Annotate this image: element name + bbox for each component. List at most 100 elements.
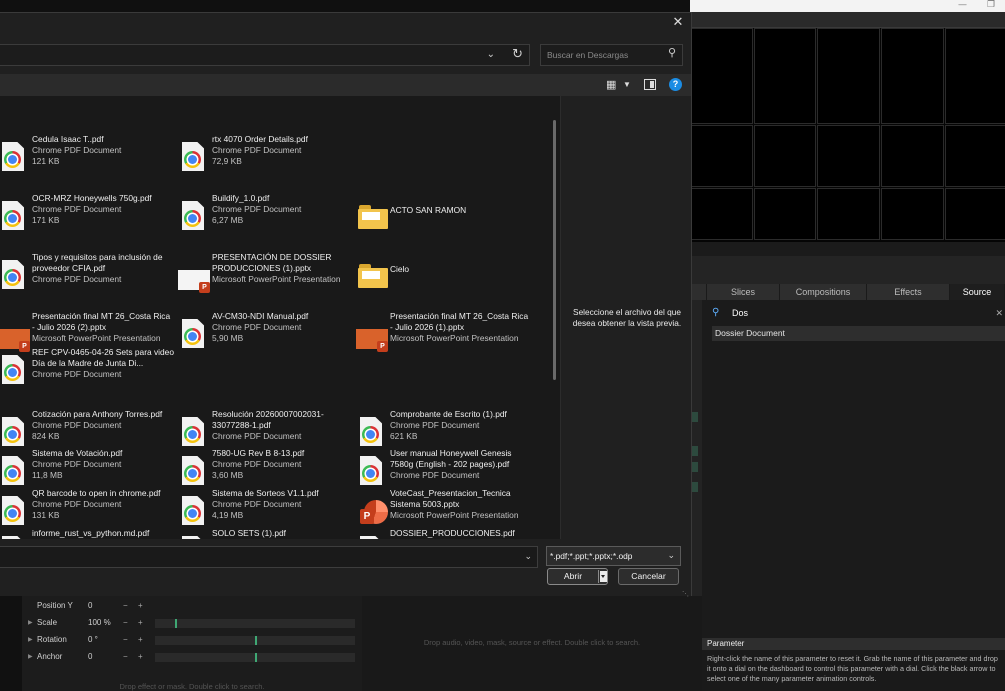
clip-slot[interactable] — [754, 28, 816, 124]
slide-thumbnail-icon: P — [356, 329, 388, 352]
cancel-button[interactable]: Cancelar — [618, 568, 679, 585]
increment-icon[interactable]: + — [138, 633, 143, 647]
decrement-icon[interactable]: − — [123, 599, 128, 613]
chevron-down-icon[interactable]: ⌄ — [667, 550, 675, 561]
source-search-result[interactable]: Dossier Document — [712, 326, 1005, 341]
clip-slot[interactable] — [690, 125, 753, 187]
file-item[interactable]: P Presentación final MT 26_Costa Rica - J… — [356, 311, 533, 359]
clip-slot[interactable] — [690, 28, 753, 124]
property-value[interactable]: 0 — [88, 650, 120, 664]
slider-handle[interactable] — [175, 619, 177, 628]
chrome-icon — [362, 426, 379, 443]
file-item[interactable]: Buildify_1.0.pdf Chrome PDF Document 6,27 … — [180, 193, 355, 241]
refresh-icon[interactable]: ↻ — [512, 47, 523, 62]
expand-arrow-icon[interactable]: ▶ — [28, 650, 33, 664]
slider-handle[interactable] — [255, 636, 257, 645]
property-label[interactable]: Scale — [37, 616, 89, 630]
clip-slot[interactable] — [817, 125, 880, 187]
clip-slot[interactable] — [945, 28, 1005, 124]
tab-slices[interactable]: Slices — [707, 284, 780, 300]
preview-pane-icon[interactable] — [644, 79, 656, 90]
property-value[interactable]: 0 ° — [88, 633, 120, 647]
search-icon[interactable]: ⚲ — [668, 46, 676, 59]
tab-source[interactable]: Source — [950, 284, 1005, 300]
file-size: 6,27 MB — [212, 214, 244, 225]
file-item[interactable]: DOSSIER_PRODUCCIONES.pdfChrome PDF Docum… — [358, 528, 533, 539]
clip-slot[interactable] — [881, 188, 944, 240]
clip-slot[interactable] — [817, 28, 880, 124]
property-slider[interactable] — [155, 653, 355, 662]
file-type: Microsoft PowerPoint Presentation — [390, 332, 519, 343]
file-item[interactable]: P PRESENTACIÓN DE DOSSIER PRODUCCIONES (1… — [178, 252, 355, 300]
file-item[interactable]: ACTO SAN RAMON — [358, 193, 533, 241]
file-item[interactable]: rtx 4070 Order Details.pdf Chrome PDF Doc… — [180, 134, 355, 182]
file-item[interactable]: Cielo — [358, 252, 533, 300]
clip-slot[interactable] — [881, 125, 944, 187]
expand-arrow-icon[interactable]: ▶ — [28, 616, 33, 630]
expand-arrow-icon[interactable]: ▶ — [28, 633, 33, 647]
decrement-icon[interactable]: − — [123, 633, 128, 647]
file-item[interactable]: SOLO SETS (1).pdfChrome PDF Document — [180, 528, 355, 539]
tab-compositions[interactable]: Compositions — [780, 284, 867, 300]
property-slider[interactable] — [155, 619, 355, 628]
file-name-input[interactable]: ⌄ — [0, 546, 538, 568]
clip-slot[interactable] — [754, 188, 816, 240]
view-options-icon[interactable]: ▦ — [606, 78, 616, 91]
increment-icon[interactable]: + — [138, 650, 143, 664]
file-item[interactable]: AV-CM30-NDI Manual.pdf Chrome PDF Documen… — [180, 311, 355, 359]
property-value[interactable]: 100 % — [88, 616, 120, 630]
file-item[interactable]: Cedula Isaac T..pdf Chrome PDF Document 12… — [0, 134, 175, 182]
file-info: ACTO SAN RAMON — [390, 205, 532, 216]
chevron-down-icon[interactable]: ⌄ — [487, 49, 495, 60]
property-label[interactable]: Anchor — [37, 650, 89, 664]
clip-slot[interactable] — [690, 188, 753, 240]
file-type: Chrome PDF Document — [212, 498, 302, 509]
file-item[interactable]: informe_rust_vs_python.md.pdfChrome PDF … — [0, 528, 175, 539]
file-info: Presentación final MT 26_Costa Rica - Ju… — [390, 311, 532, 343]
file-info: PRESENTACIÓN DE DOSSIER PRODUCCIONES (1)… — [212, 252, 354, 284]
file-size: 171 KB — [32, 214, 60, 225]
file-type-select[interactable]: *.pdf;*.ppt;*.pptx;*.odp ⌄ — [546, 546, 681, 566]
close-icon[interactable]: ✕ — [671, 16, 685, 30]
file-size: 824 KB — [32, 430, 60, 441]
powerpoint-icon: P — [358, 496, 388, 526]
file-list-scrollbar[interactable] — [553, 120, 556, 380]
chevron-down-icon[interactable]: ⌄ — [524, 551, 532, 562]
decrement-icon[interactable]: − — [123, 650, 128, 664]
open-dropdown-arrow-icon[interactable] — [600, 571, 607, 582]
chrome-icon — [184, 505, 201, 522]
decrement-icon[interactable]: − — [123, 616, 128, 630]
file-info: SOLO SETS (1).pdfChrome PDF Document — [212, 528, 354, 539]
browser-panel-header — [692, 256, 1005, 284]
restore-icon[interactable]: ❐ — [987, 0, 995, 10]
address-bar[interactable]: ⌄ ↻ — [0, 44, 530, 66]
clip-slot[interactable] — [945, 125, 1005, 187]
resize-grip-icon[interactable]: ⋱ — [682, 590, 689, 598]
file-item[interactable]: REF CPV-0465-04-26 Sets para video Día d… — [0, 347, 175, 395]
file-item[interactable]: OCR-MRZ Honeywells 750g.pdf Chrome PDF Do… — [0, 193, 175, 241]
pptx-thumbnail-icon: P — [0, 319, 30, 352]
property-label[interactable]: Rotation — [37, 633, 89, 647]
increment-icon[interactable]: + — [138, 599, 143, 613]
slider-handle[interactable] — [255, 653, 257, 662]
source-search-field[interactable]: ⚲ Dos ✕ — [708, 306, 1005, 320]
drop-hint-main: Drop audio, video, mask, source or effec… — [423, 638, 641, 647]
clear-search-icon[interactable]: ✕ — [995, 306, 1003, 320]
tab-effects[interactable]: Effects — [867, 284, 950, 300]
chevron-down-icon[interactable]: ▼ — [623, 80, 631, 89]
minimize-icon[interactable]: — — [958, 0, 967, 10]
property-slider[interactable] — [155, 636, 355, 645]
clip-slot[interactable] — [881, 28, 944, 124]
property-label[interactable]: Position Y — [37, 599, 89, 613]
clip-slot[interactable] — [817, 188, 880, 240]
property-value[interactable]: 0 — [88, 599, 120, 613]
clip-slot[interactable] — [945, 188, 1005, 240]
chrome-icon — [4, 465, 21, 482]
open-button[interactable]: Abrir — [547, 568, 608, 585]
clip-slot[interactable] — [754, 125, 816, 187]
increment-icon[interactable]: + — [138, 616, 143, 630]
file-list[interactable]: Cedula Isaac T..pdf Chrome PDF Document 12… — [0, 96, 560, 539]
help-icon[interactable]: ? — [669, 78, 682, 91]
search-input[interactable]: Buscar en Descargas ⚲ — [540, 44, 683, 66]
file-item[interactable]: Tipos y requisitos para inclusión de pro… — [0, 252, 175, 300]
